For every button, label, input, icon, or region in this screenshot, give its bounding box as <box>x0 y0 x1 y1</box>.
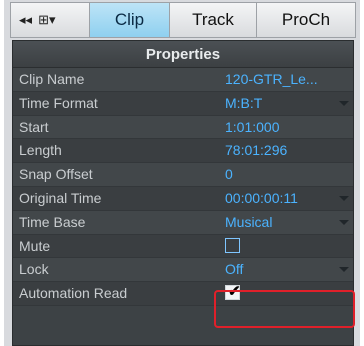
property-label: Length <box>19 142 62 159</box>
property-row-time-base: Time Base Musical <box>13 210 353 235</box>
property-row-mute: Mute <box>13 234 353 259</box>
property-label: Clip Name <box>19 71 85 87</box>
window: ◂◂ ⊞▾ Clip Track ProCh Properties Clip N… <box>4 0 360 346</box>
split-view-icon[interactable]: ⊞▾ <box>38 12 55 28</box>
tab-track[interactable]: Track <box>170 2 257 38</box>
property-row-start: Start 1:01:000 <box>13 115 353 140</box>
property-label: Lock <box>19 261 49 278</box>
clip-name-field[interactable]: 120-GTR_Le... <box>225 68 318 90</box>
tab-clip[interactable]: Clip <box>90 2 170 38</box>
original-time-select[interactable]: 00:00:00:11 <box>225 187 298 209</box>
chevron-down-icon[interactable] <box>339 100 349 106</box>
chevron-down-icon[interactable] <box>339 195 349 201</box>
property-label: Mute <box>19 237 51 254</box>
snap-offset-field[interactable]: 0 <box>225 163 233 185</box>
time-base-select[interactable]: Musical <box>225 211 272 233</box>
chevron-down-icon[interactable] <box>339 267 349 273</box>
length-field[interactable]: 78:01:296 <box>225 139 287 161</box>
property-row-lock: Lock Off <box>13 258 353 283</box>
property-row-time-format: Time Format M:B:T <box>13 91 353 116</box>
tab-proch[interactable]: ProCh <box>257 2 356 38</box>
chevron-down-icon[interactable] <box>339 219 349 225</box>
mute-checkbox[interactable] <box>225 237 240 253</box>
property-row-snap-offset: Snap Offset 0 <box>13 163 353 187</box>
property-label: Automation Read <box>19 285 128 302</box>
properties-list: Clip Name 120-GTR_Le... Time Format M:B:… <box>13 68 353 306</box>
property-label: Time Base <box>19 213 86 230</box>
highlight-box <box>214 290 355 328</box>
property-label: Time Format <box>19 94 98 111</box>
property-row-length: Length 78:01:296 <box>13 139 353 164</box>
properties-header: Properties <box>13 41 353 68</box>
rewind-icon[interactable]: ◂◂ <box>19 12 32 28</box>
property-row-original-time: Original Time 00:00:00:11 <box>13 186 353 211</box>
tab-bar: ◂◂ ⊞▾ Clip Track ProCh <box>10 2 356 38</box>
property-label: Start <box>19 118 49 135</box>
tab-tools[interactable]: ◂◂ ⊞▾ <box>10 2 90 38</box>
property-label: Snap Offset <box>19 166 93 183</box>
lock-select[interactable]: Off <box>225 258 243 280</box>
time-format-select[interactable]: M:B:T <box>225 92 262 114</box>
property-label: Original Time <box>19 189 102 206</box>
property-row-clip-name: Clip Name 120-GTR_Le... <box>13 68 353 92</box>
start-field[interactable]: 1:01:000 <box>225 116 280 138</box>
